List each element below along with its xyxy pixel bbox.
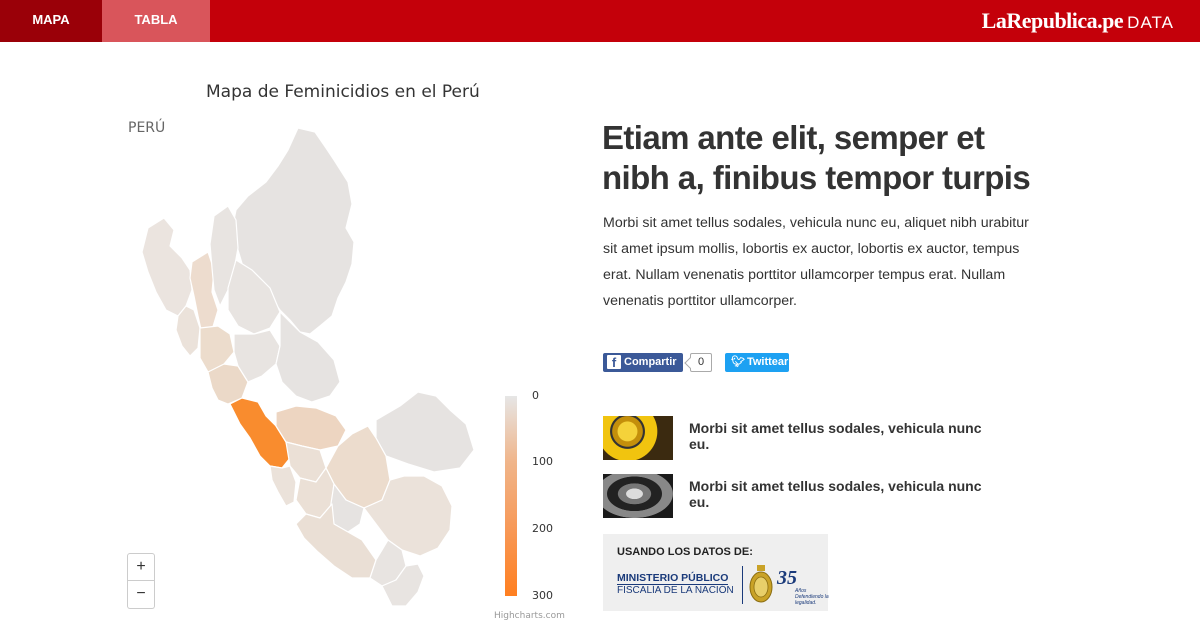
related-story-1[interactable]: Morbi sit amet tellus sodales, vehicula … — [603, 416, 1003, 460]
tab-mapa[interactable]: MAPA — [0, 0, 102, 42]
facebook-share-label: Compartir — [624, 356, 677, 368]
legend-tick-100: 100 — [532, 455, 553, 468]
twitter-share-button[interactable]: 🐦︎ Twittear — [725, 353, 789, 372]
source-org-name: MINISTERIO PÚBLICO — [617, 572, 729, 585]
region-lambayeque[interactable] — [175, 305, 201, 357]
related-story-title: Morbi sit amet tellus sodales, vehicula … — [689, 478, 982, 510]
top-bar: MAPA TABLA LaRepublica.pe DATA — [0, 0, 1200, 42]
legend-tick-300: 300 — [532, 589, 553, 602]
related-story-thumbnail — [603, 416, 673, 460]
twitter-bird-icon: 🐦︎ — [731, 356, 745, 368]
map-title: Mapa de Feminicidios en el Perú — [206, 82, 480, 102]
related-story-2[interactable]: Morbi sit amet tellus sodales, vehicula … — [603, 474, 1003, 518]
article-headline: Etiam ante elit, semper et nibh a, finib… — [602, 119, 1031, 196]
brand-name: LaRepublica.pe — [981, 8, 1124, 33]
color-legend-bar — [505, 396, 517, 596]
brand-logo[interactable]: LaRepublica.pe DATA — [982, 8, 1174, 34]
anniversary-motto: Años Defendiendo la legalidad. — [795, 588, 829, 606]
article-body: Morbi sit amet tellus sodales, vehicula … — [603, 215, 1029, 309]
region-piura[interactable] — [141, 217, 193, 317]
brand-suffix: DATA — [1127, 13, 1174, 32]
related-story-thumbnail — [603, 474, 673, 518]
source-org-subname: FISCALÍA DE LA NACIÓN — [617, 585, 734, 596]
facebook-share-count: 0 — [690, 353, 712, 372]
peru-map — [141, 127, 475, 607]
institution-seal-icon — [749, 565, 773, 603]
facebook-share-button[interactable]: f Compartir — [603, 353, 683, 372]
zoom-in-button[interactable]: + — [127, 553, 155, 581]
region-ica[interactable] — [269, 465, 297, 507]
data-source-box: USANDO LOS DATOS DE: MINISTERIO PÚBLICO … — [603, 534, 829, 611]
data-source-heading: USANDO LOS DATOS DE: — [617, 546, 753, 558]
related-story-title: Morbi sit amet tellus sodales, vehicula … — [689, 420, 982, 452]
legend-tick-200: 200 — [532, 522, 553, 535]
twitter-share-label: Twittear — [746, 356, 789, 368]
anniversary-number: 35 — [777, 567, 797, 589]
source-divider — [742, 566, 743, 604]
highcharts-credits-link[interactable]: Highcharts.com — [494, 611, 565, 621]
facebook-icon: f — [607, 355, 621, 370]
zoom-out-button[interactable]: − — [127, 581, 155, 609]
region-madre-de-dios[interactable] — [375, 391, 475, 473]
tab-tabla[interactable]: TABLA — [102, 0, 210, 42]
legend-tick-0: 0 — [532, 389, 539, 402]
